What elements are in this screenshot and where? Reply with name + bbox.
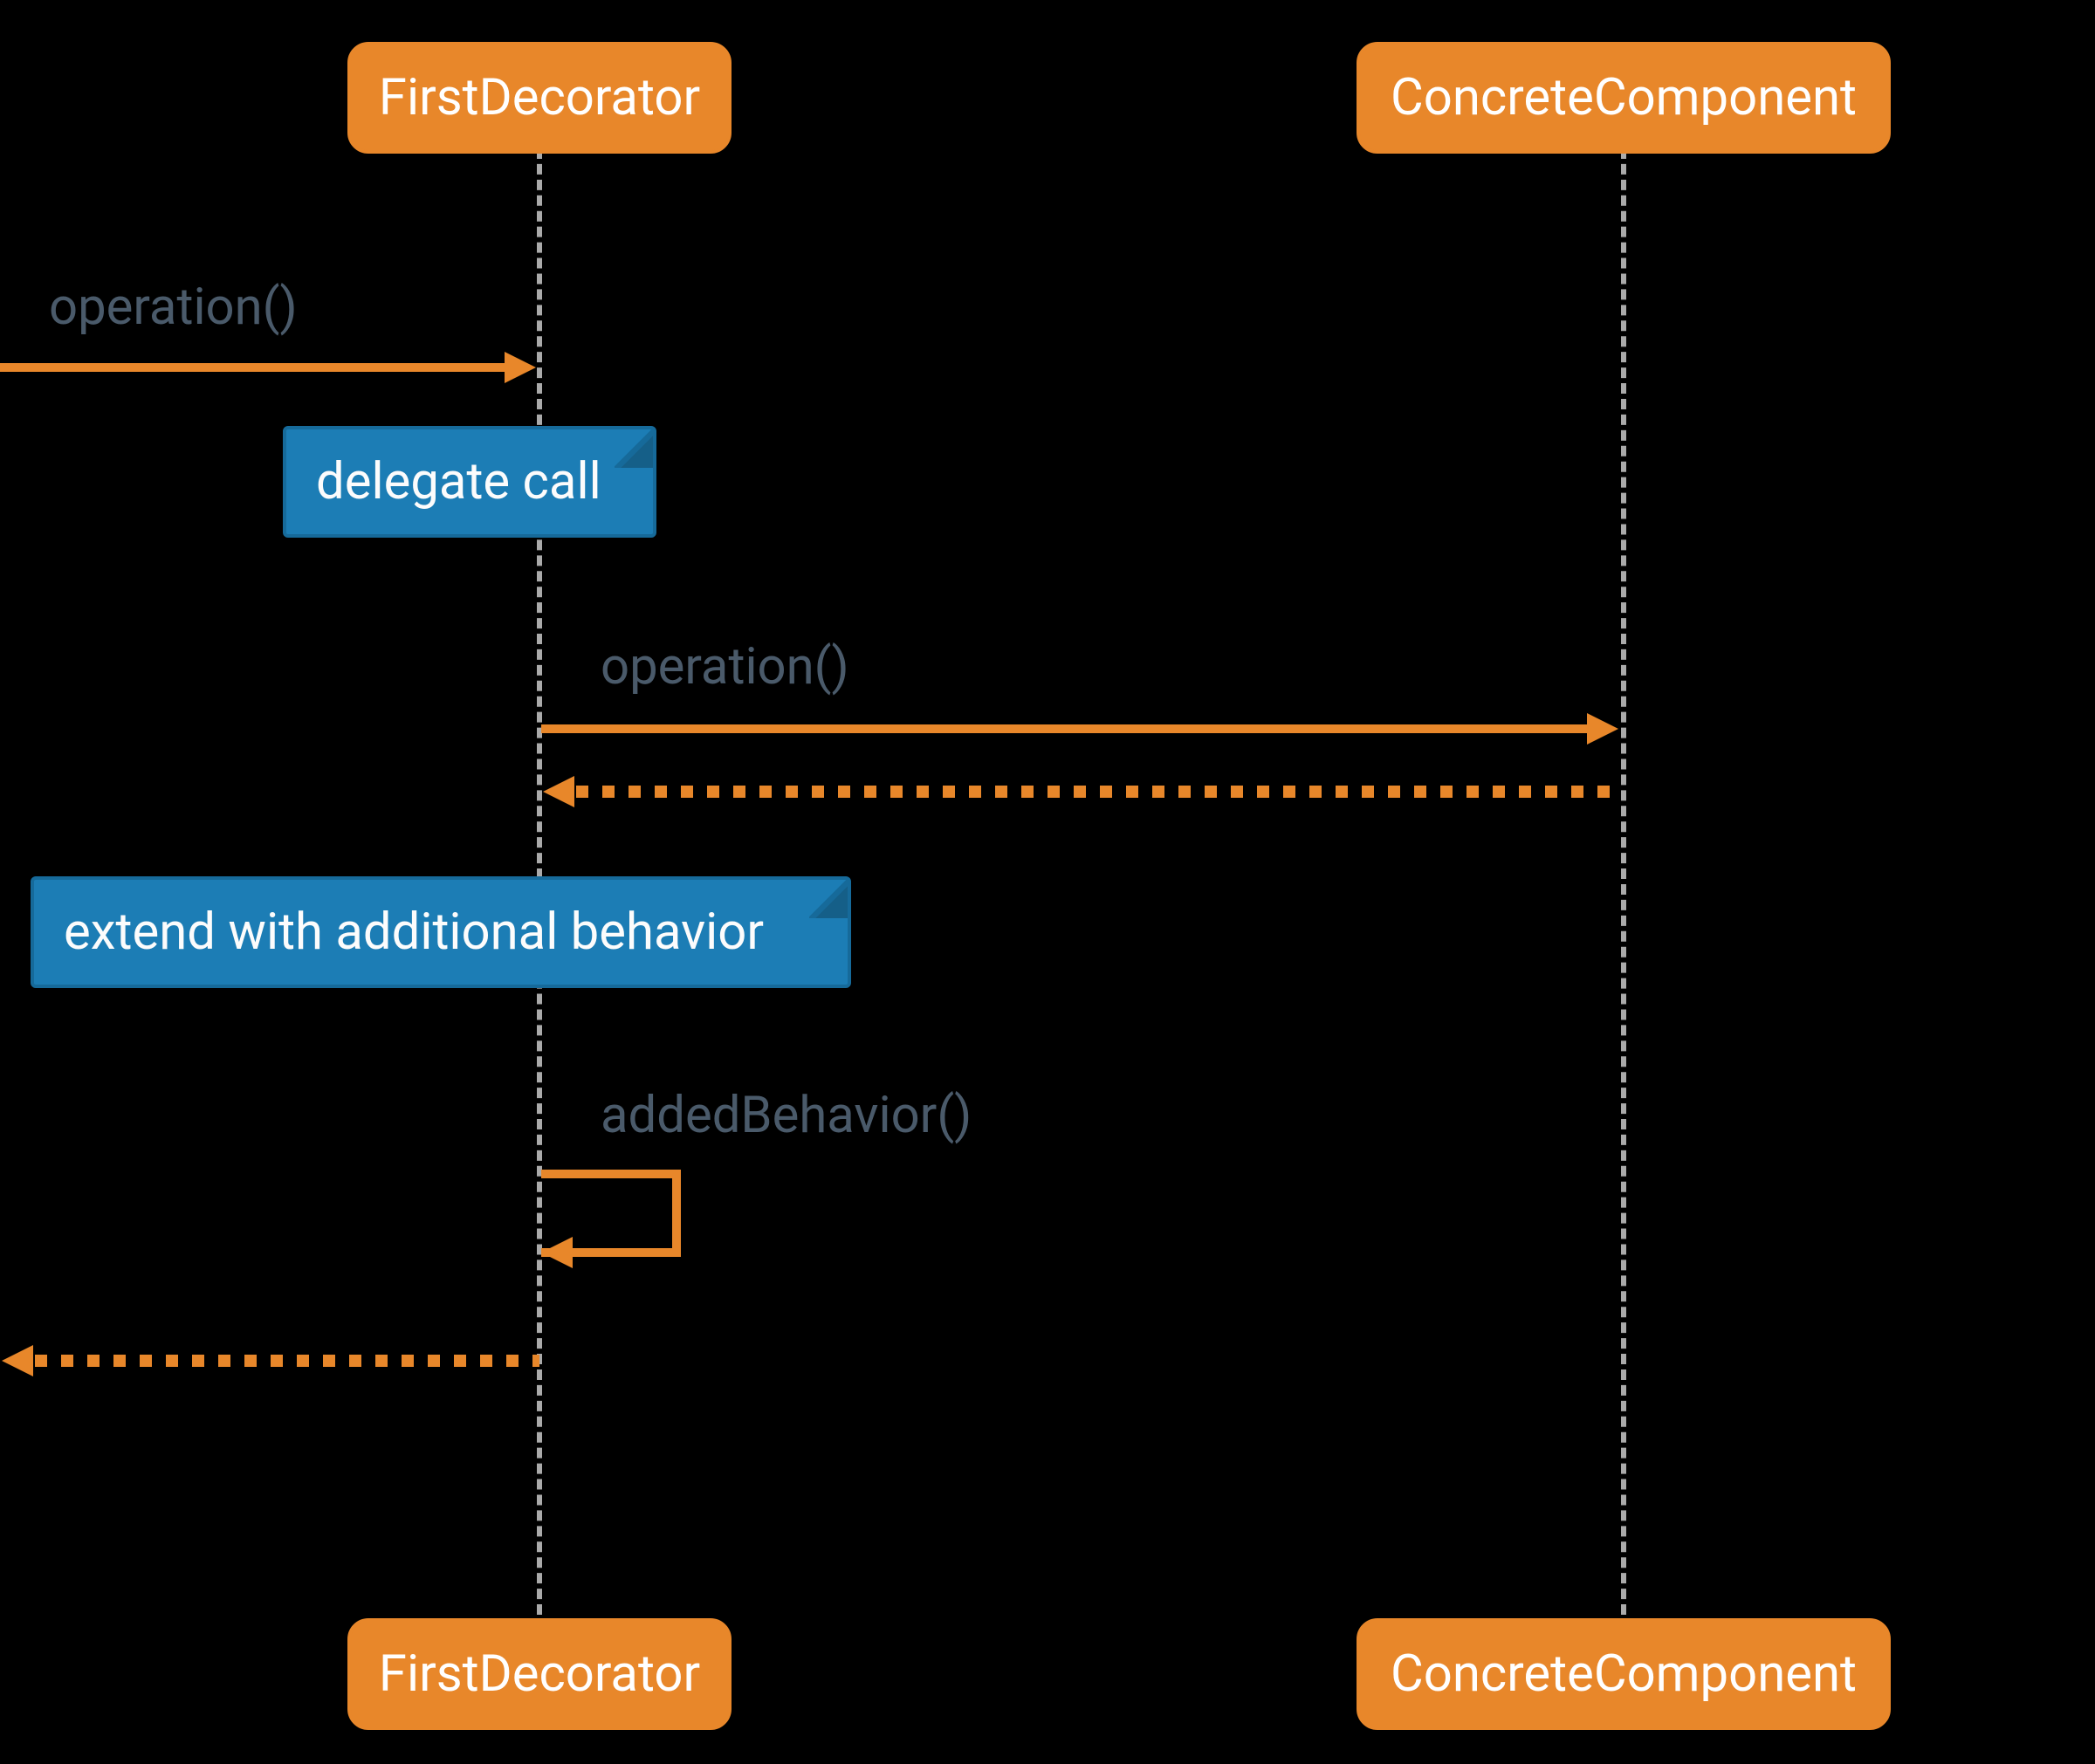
participant-concrete-component-top: ConcreteComponent	[1357, 42, 1891, 154]
arrowhead-icon	[2, 1345, 33, 1376]
arrowhead-icon	[541, 1237, 573, 1268]
note-extend-behavior: extend with additional behavior	[31, 876, 851, 988]
note-delegate-call: delegate call	[283, 426, 656, 538]
message-operation-fwd-label: operation()	[601, 637, 849, 697]
participant-label: FirstDecorator	[379, 1644, 700, 1704]
arrowhead-icon	[505, 352, 536, 383]
message-operation-in-label: operation()	[49, 278, 298, 337]
message-operation-fwd-arrow	[541, 724, 1590, 733]
sequence-diagram: FirstDecorator ConcreteComponent FirstDe…	[0, 0, 2095, 1764]
note-fold-icon	[615, 429, 653, 468]
message-return-2-arrow	[35, 1355, 539, 1367]
message-operation-in-arrow	[0, 363, 508, 372]
arrowhead-icon	[1587, 713, 1618, 745]
participant-first-decorator-bottom: FirstDecorator	[347, 1618, 732, 1730]
message-added-behavior-label: addedBehavior()	[601, 1086, 972, 1145]
note-fold-icon	[809, 880, 848, 918]
participant-concrete-component-bottom: ConcreteComponent	[1357, 1618, 1891, 1730]
note-text: delegate call	[316, 452, 601, 511]
participant-label: ConcreteComponent	[1391, 68, 1857, 127]
lifeline-concrete-component	[1621, 148, 1626, 1615]
participant-first-decorator-top: FirstDecorator	[347, 42, 732, 154]
arrowhead-icon	[543, 776, 574, 807]
participant-label: FirstDecorator	[379, 68, 700, 127]
participant-label: ConcreteComponent	[1391, 1644, 1857, 1704]
message-return-1-arrow	[576, 786, 1622, 798]
note-text: extend with additional behavior	[64, 903, 764, 962]
